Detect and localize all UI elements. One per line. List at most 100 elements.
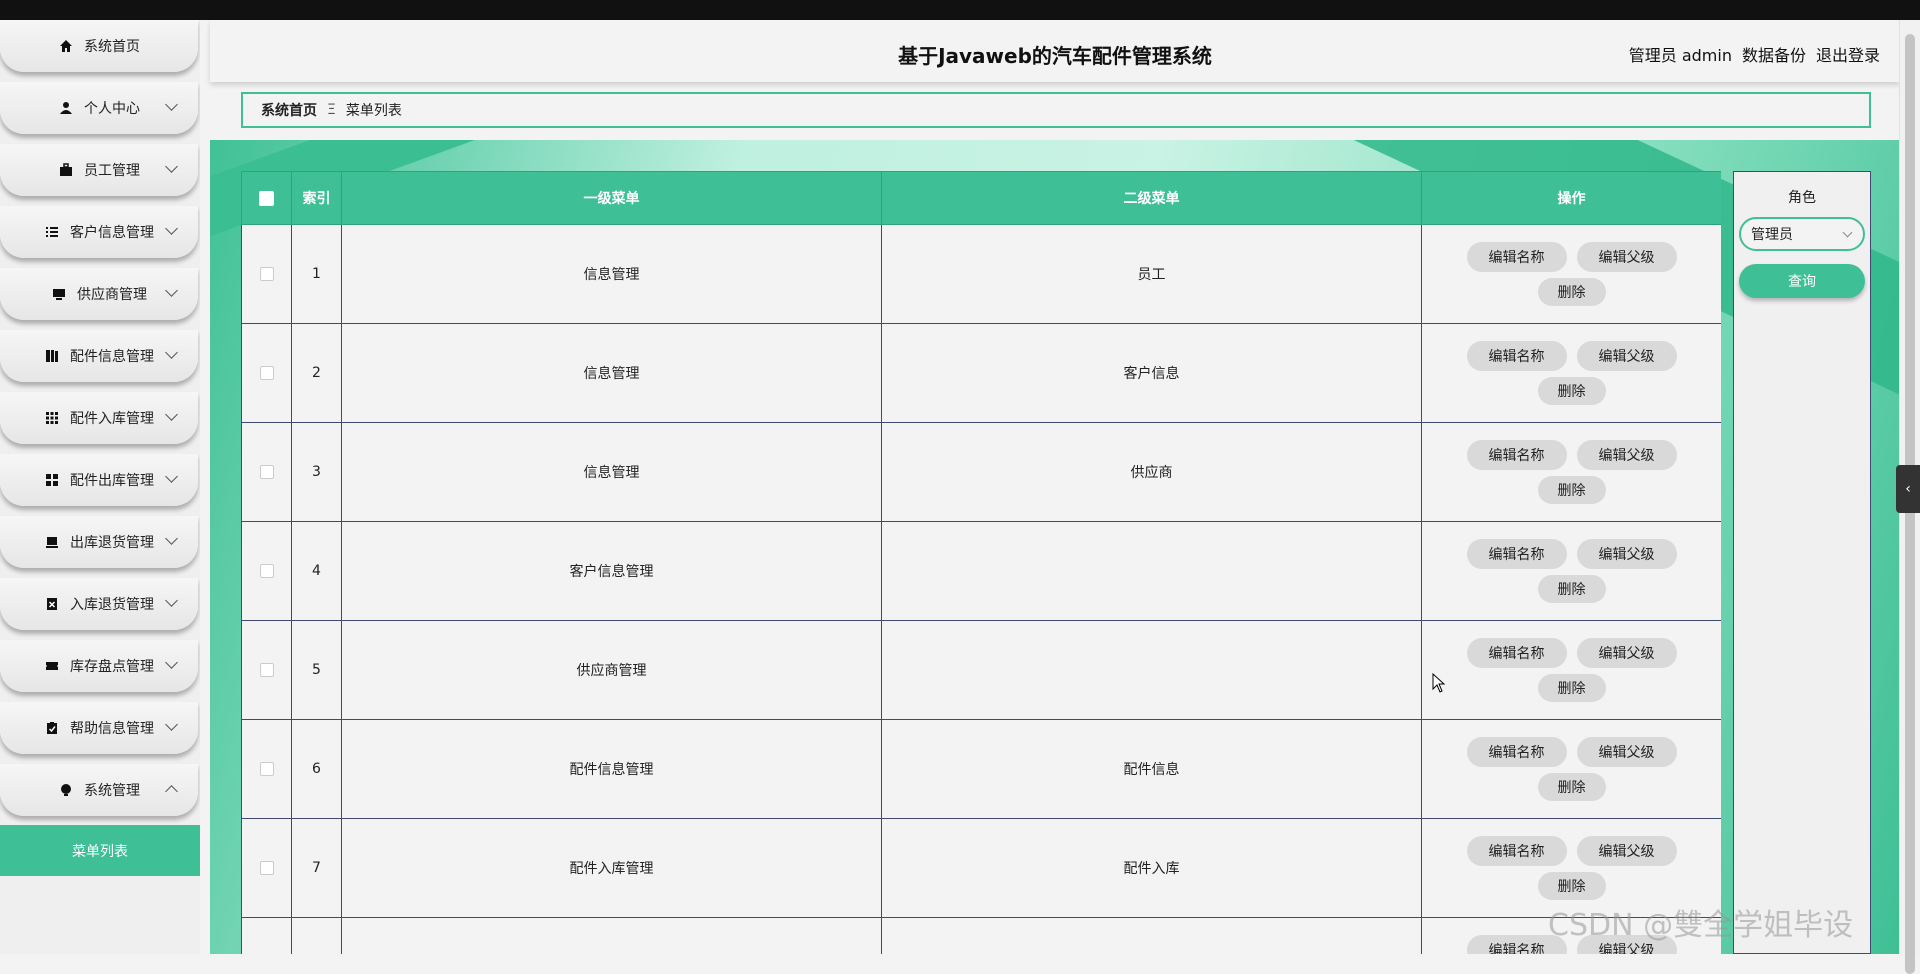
row-actions: 编辑名称编辑父级删除 xyxy=(1421,620,1721,720)
role-select[interactable]: 管理员 xyxy=(1739,217,1865,251)
sidebar-subitem-menu-list[interactable]: 菜单列表 xyxy=(0,825,200,876)
row-index: 2 xyxy=(291,323,342,423)
data-backup-link[interactable]: 数据备份 xyxy=(1742,42,1806,66)
row-menu2: 配件出库 xyxy=(881,917,1422,954)
sidebar-item-supplier[interactable]: 供应商管理 xyxy=(0,268,198,320)
edit-parent-button[interactable]: 编辑父级 xyxy=(1576,836,1677,866)
row-index: 5 xyxy=(291,620,342,720)
row-select-cell xyxy=(241,521,292,621)
row-checkbox[interactable] xyxy=(259,564,274,578)
delete-button[interactable]: 删除 xyxy=(1537,377,1606,405)
row-index: 6 xyxy=(291,719,342,819)
delete-button[interactable]: 删除 xyxy=(1537,773,1606,801)
header: 基于Javaweb的汽车配件管理系统 管理员 admin 数据备份 退出登录 xyxy=(210,20,1900,82)
window-top-bar xyxy=(0,0,1920,20)
row-menu1: 供应商管理 xyxy=(341,620,882,720)
sidebar-item-label: 出库退货管理 xyxy=(70,535,154,551)
sidebar-item-label: 系统首页 xyxy=(84,39,140,55)
sidebar-item-customer[interactable]: 客户信息管理 xyxy=(0,206,198,258)
row-checkbox[interactable] xyxy=(259,465,274,479)
row-index: 8 xyxy=(291,917,342,954)
chevron-down-icon xyxy=(165,160,178,173)
edit-parent-button[interactable]: 编辑父级 xyxy=(1576,440,1677,470)
edit-parent-button[interactable]: 编辑父级 xyxy=(1576,638,1677,668)
query-button[interactable]: 查询 xyxy=(1739,264,1865,298)
row-menu1: 信息管理 xyxy=(341,422,882,522)
chevron-down-icon xyxy=(165,532,178,545)
bulb-icon xyxy=(58,782,74,798)
row-checkbox[interactable] xyxy=(259,762,274,776)
table-row: 7 配件入库管理 配件入库 编辑名称 编辑父级 删除 xyxy=(241,818,1721,918)
home-icon xyxy=(58,38,74,54)
chevron-down-icon xyxy=(165,470,178,483)
row-menu2: 配件信息 xyxy=(881,719,1422,819)
column-header-actions: 操作 xyxy=(1421,171,1721,225)
row-select-cell xyxy=(241,323,292,423)
delete-button[interactable]: 删除 xyxy=(1537,278,1606,306)
edit-name-button[interactable]: 编辑名称 xyxy=(1466,836,1567,866)
sidebar-item-help[interactable]: 帮助信息管理 xyxy=(0,702,198,754)
chevron-down-icon xyxy=(165,718,178,731)
menu-table: 索引 一级菜单 二级菜单 操作 1 信息管理 员工 编辑名称 编辑父级 删除 2 信息管理 客户… xyxy=(241,171,1721,954)
sidebar-item-parts-info[interactable]: 配件信息管理 xyxy=(0,330,198,382)
row-menu1: 信息管理 xyxy=(341,323,882,423)
table-row: 6 配件信息管理 配件信息 编辑名称 编辑父级删除 xyxy=(241,719,1721,819)
breadcrumb-home[interactable]: 系统首页 xyxy=(261,100,317,120)
logout-link[interactable]: 退出登录 xyxy=(1816,42,1880,66)
delete-button[interactable]: 删除 xyxy=(1537,674,1606,702)
box-x-icon xyxy=(44,596,60,612)
edit-name-button[interactable]: 编辑名称 xyxy=(1466,341,1567,371)
delete-button[interactable]: 删除 xyxy=(1537,872,1606,900)
sidebar-item-parts-in[interactable]: 配件入库管理 xyxy=(0,392,198,444)
sidebar: 系统首页 个人中心 员工管理 客户信息管理 供应商管理 配件信息管理 配件入库管… xyxy=(0,20,200,954)
header-links: 管理员 admin 数据备份 退出登录 xyxy=(1629,42,1880,66)
sidebar-item-system[interactable]: 系统管理 xyxy=(0,764,198,816)
sidebar-item-in-return[interactable]: 入库退货管理 xyxy=(0,578,198,630)
role-label: 角色 xyxy=(1788,190,1816,206)
grid-icon xyxy=(44,410,60,426)
row-checkbox[interactable] xyxy=(259,663,274,677)
collapse-panel-button[interactable]: ‹ xyxy=(1896,465,1920,513)
row-menu2: 员工 xyxy=(881,224,1422,324)
table-row: 4 客户信息管理 编辑名称 编辑父级 删除 xyxy=(241,521,1721,621)
row-select-cell xyxy=(241,719,292,819)
edit-parent-button[interactable]: 编辑父级 xyxy=(1576,341,1677,371)
chevron-down-icon xyxy=(165,408,178,421)
sidebar-item-out-return[interactable]: 出库退货管理 xyxy=(0,516,198,568)
delete-button[interactable]: 删除 xyxy=(1537,476,1606,504)
row-checkbox[interactable] xyxy=(259,267,274,281)
sidebar-item-label: 系统管理 xyxy=(84,783,140,799)
row-checkbox[interactable] xyxy=(259,861,274,875)
book-icon xyxy=(44,348,60,364)
edit-name-button[interactable]: 编辑名称 xyxy=(1466,737,1567,767)
sidebar-item-home[interactable]: 系统首页 xyxy=(0,20,198,72)
row-menu1: 配件信息管理 xyxy=(341,719,882,819)
breadcrumb-separator: Ξ xyxy=(327,102,336,118)
row-index: 4 xyxy=(291,521,342,621)
edit-name-button[interactable]: 编辑名称 xyxy=(1466,638,1567,668)
column-header-index: 索引 xyxy=(291,171,342,225)
edit-parent-button[interactable]: 编辑父级 xyxy=(1576,242,1677,272)
sidebar-item-profile[interactable]: 个人中心 xyxy=(0,82,198,134)
chevron-down-icon xyxy=(165,98,178,111)
chevron-down-icon xyxy=(165,594,178,607)
sidebar-item-inventory[interactable]: 库存盘点管理 xyxy=(0,640,198,692)
tray-icon xyxy=(44,534,60,550)
row-actions: 编辑名称编辑父级删除 xyxy=(1421,422,1721,522)
edit-name-button[interactable]: 编辑名称 xyxy=(1466,242,1567,272)
list-icon xyxy=(44,224,60,240)
row-menu2 xyxy=(881,521,1422,621)
sidebar-item-staff[interactable]: 员工管理 xyxy=(0,144,198,196)
delete-button[interactable]: 删除 xyxy=(1537,575,1606,603)
edit-name-button[interactable]: 编辑名称 xyxy=(1466,539,1567,569)
edit-parent-button[interactable]: 编辑父级 xyxy=(1576,737,1677,767)
row-checkbox[interactable] xyxy=(259,366,274,380)
row-menu1: 配件出库管理 xyxy=(341,917,882,954)
admin-user-link[interactable]: 管理员 admin xyxy=(1629,42,1732,66)
row-menu1: 信息管理 xyxy=(341,224,882,324)
edit-name-button[interactable]: 编辑名称 xyxy=(1466,440,1567,470)
select-all-checkbox[interactable] xyxy=(259,190,274,206)
sidebar-item-label: 客户信息管理 xyxy=(70,225,154,241)
sidebar-item-parts-out[interactable]: 配件出库管理 xyxy=(0,454,198,506)
edit-parent-button[interactable]: 编辑父级 xyxy=(1576,539,1677,569)
